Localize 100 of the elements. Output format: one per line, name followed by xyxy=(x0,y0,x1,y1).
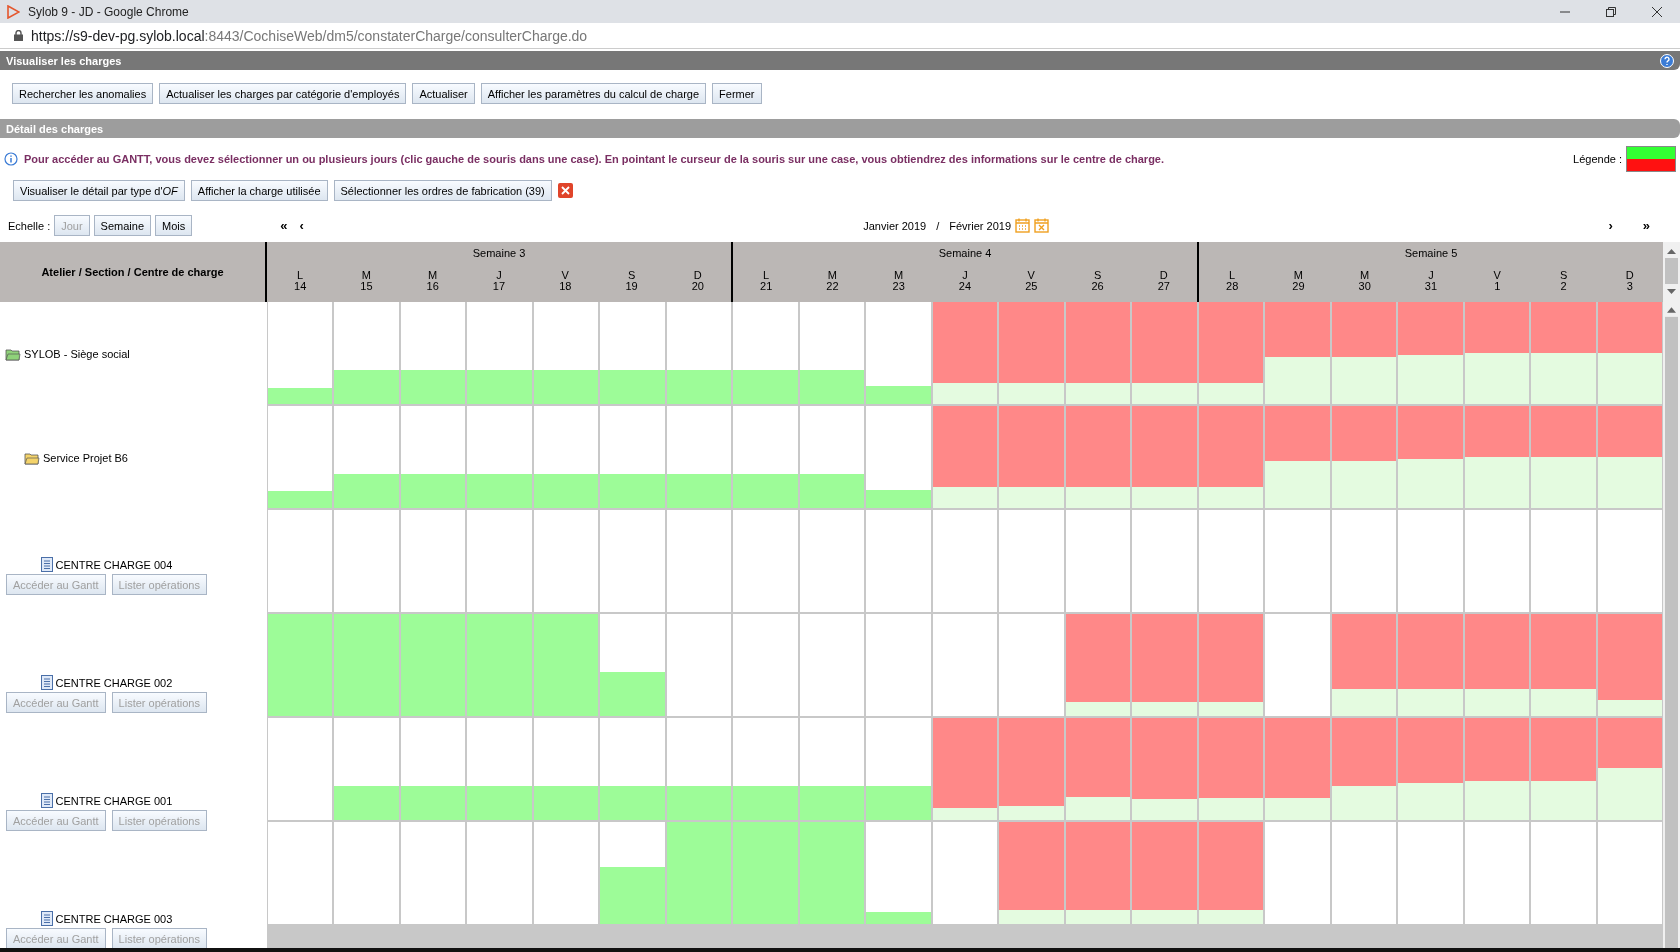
overload-cell[interactable] xyxy=(1398,302,1463,404)
charge-cell[interactable] xyxy=(600,614,665,716)
overload-cell[interactable] xyxy=(1331,614,1397,716)
charge-cell[interactable] xyxy=(334,614,399,716)
charge-cell[interactable] xyxy=(400,822,466,924)
overload-cell[interactable] xyxy=(1531,718,1596,820)
address-bar[interactable]: https://s9-dev-pg.sylob.local:8443/CochiseWeb/dm5/constaterCharge/consulterCharge.do xyxy=(31,27,588,44)
charge-cell[interactable] xyxy=(467,302,532,404)
charge-cell[interactable] xyxy=(1265,822,1330,924)
overload-cell[interactable] xyxy=(1597,718,1662,820)
charge-cell[interactable] xyxy=(268,406,333,508)
overload-cell[interactable] xyxy=(1331,718,1397,820)
charge-cell[interactable] xyxy=(1597,510,1662,612)
charge-cell[interactable] xyxy=(533,510,599,612)
toolbar-button[interactable]: Afficher les paramètres du calcul de charge xyxy=(480,83,707,104)
charge-cell[interactable] xyxy=(1331,510,1397,612)
charge-cell[interactable] xyxy=(334,718,399,820)
charge-cell[interactable] xyxy=(1464,510,1530,612)
overload-cell[interactable] xyxy=(1464,302,1530,404)
overload-cell[interactable] xyxy=(1198,822,1264,924)
charge-cell[interactable] xyxy=(467,614,532,716)
charge-cell[interactable] xyxy=(533,718,599,820)
charge-cell[interactable] xyxy=(1464,822,1530,924)
charge-cell[interactable] xyxy=(268,302,333,404)
overload-cell[interactable] xyxy=(1065,406,1131,508)
overload-cell[interactable] xyxy=(1597,614,1662,716)
charge-cell[interactable] xyxy=(799,822,865,924)
charge-cell[interactable] xyxy=(666,510,732,612)
charge-cell[interactable] xyxy=(600,302,665,404)
overload-cell[interactable] xyxy=(1198,302,1264,404)
overload-cell[interactable] xyxy=(1597,302,1662,404)
overload-cell[interactable] xyxy=(999,822,1064,924)
restore-icon[interactable] xyxy=(1606,6,1616,17)
overload-cell[interactable] xyxy=(1132,406,1197,508)
toolbar-button[interactable]: Fermer xyxy=(712,83,762,104)
tree-item[interactable]: CENTRE CHARGE 004 xyxy=(55,558,173,571)
charge-cell[interactable] xyxy=(866,822,931,924)
action-button[interactable]: Afficher la charge utilisée xyxy=(190,180,328,201)
overload-cell[interactable] xyxy=(932,302,998,404)
overload-cell[interactable] xyxy=(1531,302,1596,404)
calendar-icon[interactable] xyxy=(1015,218,1031,233)
overload-cell[interactable] xyxy=(1065,614,1131,716)
overload-cell[interactable] xyxy=(1398,718,1463,820)
overload-cell[interactable] xyxy=(1464,406,1530,508)
charge-cell[interactable] xyxy=(1398,510,1463,612)
charge-cell[interactable] xyxy=(932,614,998,716)
overload-cell[interactable] xyxy=(1531,406,1596,508)
charge-cell[interactable] xyxy=(1597,822,1662,924)
charge-cell[interactable] xyxy=(1198,510,1264,612)
overload-cell[interactable] xyxy=(1132,718,1197,820)
charge-cell[interactable] xyxy=(1531,510,1596,612)
action-button[interactable]: Sélectionner les ordres de fabrication (39) xyxy=(333,180,552,201)
overload-cell[interactable] xyxy=(1331,406,1397,508)
tree-item[interactable]: Service Projet B6 xyxy=(43,452,128,464)
charge-cell[interactable] xyxy=(268,510,333,612)
charge-cell[interactable] xyxy=(533,614,599,716)
charge-cell[interactable] xyxy=(733,822,798,924)
charge-cell[interactable] xyxy=(533,822,599,924)
scale-button[interactable]: Mois xyxy=(155,215,193,236)
charge-cell[interactable] xyxy=(666,302,732,404)
charge-cell[interactable] xyxy=(799,614,865,716)
toolbar-button[interactable]: Actualiser xyxy=(412,83,475,104)
overload-cell[interactable] xyxy=(1065,302,1131,404)
overload-cell[interactable] xyxy=(1531,614,1596,716)
charge-cell[interactable] xyxy=(467,406,532,508)
overload-cell[interactable] xyxy=(1331,302,1397,404)
charge-cell[interactable] xyxy=(733,406,798,508)
overload-cell[interactable] xyxy=(1265,302,1330,404)
charge-cell[interactable] xyxy=(1065,510,1131,612)
charge-cell[interactable] xyxy=(268,718,333,820)
charge-cell[interactable] xyxy=(799,302,865,404)
toolbar-button[interactable]: Actualiser les charges par catégorie d'employés xyxy=(159,83,407,104)
charge-cell[interactable] xyxy=(1265,510,1330,612)
charge-cell[interactable] xyxy=(799,406,865,508)
calendar-clear-icon[interactable] xyxy=(1034,218,1050,233)
charge-cell[interactable] xyxy=(866,302,931,404)
charge-cell[interactable] xyxy=(733,718,798,820)
charge-cell[interactable] xyxy=(600,822,665,924)
overload-cell[interactable] xyxy=(1198,406,1264,508)
charge-cell[interactable] xyxy=(666,406,732,508)
overload-cell[interactable] xyxy=(1132,614,1197,716)
help-icon[interactable] xyxy=(1660,53,1674,68)
charge-cell[interactable] xyxy=(666,718,732,820)
overload-cell[interactable] xyxy=(1464,614,1530,716)
overload-cell[interactable] xyxy=(1398,614,1463,716)
charge-cell[interactable] xyxy=(600,718,665,820)
charge-cell[interactable] xyxy=(533,406,599,508)
charge-cell[interactable] xyxy=(1265,614,1330,716)
charge-cell[interactable] xyxy=(334,406,399,508)
next-button[interactable]: › xyxy=(1604,218,1617,233)
close-icon[interactable] xyxy=(557,183,573,198)
charge-cell[interactable] xyxy=(866,614,931,716)
charge-cell[interactable] xyxy=(733,614,798,716)
charge-cell[interactable] xyxy=(799,510,865,612)
overload-cell[interactable] xyxy=(999,406,1064,508)
charge-cell[interactable] xyxy=(932,822,998,924)
charge-cell[interactable] xyxy=(999,614,1064,716)
charge-cell[interactable] xyxy=(268,822,333,924)
charge-cell[interactable] xyxy=(268,614,333,716)
overload-cell[interactable] xyxy=(1398,406,1463,508)
